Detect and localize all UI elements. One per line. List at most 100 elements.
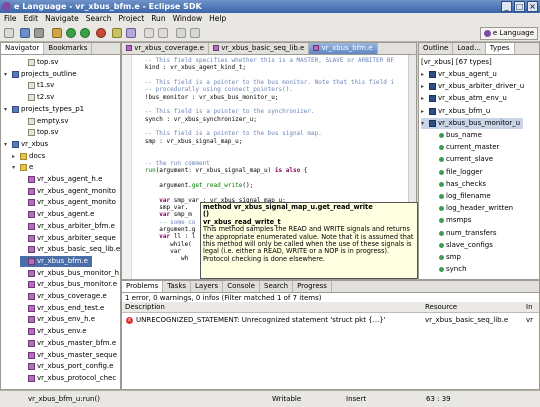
tree-item[interactable]: vr_xbus_coverage.e bbox=[20, 291, 107, 302]
forward-icon[interactable] bbox=[190, 28, 200, 38]
tree-item[interactable]: vr_xbus_agent.e bbox=[20, 209, 94, 220]
expand-twisty-icon[interactable]: ▾ bbox=[421, 118, 427, 129]
type-tree-item[interactable]: ▾ vr_xbus_bus_monitor_u bbox=[421, 117, 524, 129]
type-tree-item[interactable]: ▸ vr_xbus_agent_u bbox=[421, 69, 497, 80]
expand-twisty-icon[interactable]: ▸ bbox=[421, 106, 427, 117]
tab-load[interactable]: Load... bbox=[453, 43, 486, 54]
search-icon[interactable] bbox=[126, 28, 136, 38]
menu-help[interactable]: Help bbox=[209, 13, 226, 25]
tab-layers[interactable]: Layers bbox=[191, 281, 224, 292]
tab-vr-xbus-coverage[interactable]: vr_xbus_coverage.e bbox=[122, 43, 209, 54]
tree-item[interactable]: ▾ e bbox=[12, 162, 33, 173]
tab-types[interactable]: Types bbox=[485, 43, 515, 54]
menu-search[interactable]: Search bbox=[86, 13, 112, 25]
perspective-switcher[interactable]: e Language bbox=[479, 27, 538, 40]
external-tools-icon[interactable] bbox=[96, 28, 106, 38]
type-tree-item[interactable]: synch bbox=[431, 264, 467, 275]
table-row[interactable]: x UNRECOGNIZED_STATEMENT: Unrecognized s… bbox=[122, 315, 539, 326]
tree-item[interactable]: vr_xbus_arbiter_seque bbox=[20, 233, 116, 244]
annotation-next-icon[interactable] bbox=[144, 28, 154, 38]
tab-problems[interactable]: Problems bbox=[122, 281, 164, 292]
tab-vr-xbus-basic-seq-lib[interactable]: vr_xbus_basic_seq_lib.e bbox=[209, 43, 310, 54]
close-button[interactable]: × bbox=[527, 1, 538, 12]
tree-item[interactable]: top.sv bbox=[20, 127, 59, 138]
tab-bookmarks[interactable]: Bookmarks bbox=[44, 43, 93, 54]
type-tree-item[interactable]: slave_configs bbox=[431, 240, 493, 251]
tab-search[interactable]: Search bbox=[260, 281, 294, 292]
tab-navigator[interactable]: Navigator bbox=[1, 43, 45, 54]
tree-item[interactable]: ▸ docs bbox=[12, 151, 45, 162]
tree-item[interactable]: vr_xbus_agent_h.e bbox=[20, 174, 102, 185]
tree-item[interactable]: vr_xbus_bus_monitor.e bbox=[20, 279, 117, 290]
expand-twisty-icon[interactable]: ▾ bbox=[4, 139, 10, 150]
annotation-prev-icon[interactable] bbox=[158, 28, 168, 38]
type-tree-item[interactable]: smp bbox=[431, 252, 461, 263]
tree-item[interactable]: ▾ projects_outline bbox=[4, 69, 77, 80]
menu-window[interactable]: Window bbox=[173, 13, 203, 25]
type-tree-item[interactable]: ▸ vr_xbus_bfm_u bbox=[421, 106, 490, 117]
tab-progress[interactable]: Progress bbox=[293, 281, 332, 292]
type-tree-item[interactable]: num_transfers bbox=[431, 228, 496, 239]
tab-outline[interactable]: Outline bbox=[419, 43, 454, 54]
expand-twisty-icon[interactable]: ▸ bbox=[421, 93, 427, 104]
menu-run[interactable]: Run bbox=[151, 13, 165, 25]
tree-item[interactable]: vr_xbus_master_seque bbox=[20, 350, 117, 361]
open-type-icon[interactable] bbox=[112, 28, 122, 38]
tab-vr-xbus-bfm[interactable]: vr_xbus_bfm.e bbox=[309, 43, 378, 54]
menu-navigate[interactable]: Navigate bbox=[45, 13, 79, 25]
expand-twisty-icon[interactable]: ▾ bbox=[12, 162, 18, 173]
tree-item[interactable]: vr_xbus_port_config.e bbox=[20, 361, 114, 372]
type-tree-item[interactable]: current_master bbox=[431, 142, 499, 153]
tree-item[interactable]: vr_xbus_arbiter_bfm.e bbox=[20, 221, 115, 232]
column-in[interactable]: In bbox=[526, 302, 533, 313]
type-tree-item[interactable]: current_slave bbox=[431, 154, 493, 165]
tree-item[interactable]: vr_xbus_env.e bbox=[20, 326, 87, 337]
build-icon[interactable] bbox=[52, 28, 62, 38]
expand-twisty-icon[interactable]: ▸ bbox=[421, 69, 427, 80]
type-tree-item[interactable]: bus_name bbox=[431, 130, 482, 141]
window-title-bar[interactable]: e Language - vr_xbus_bfm.e - Eclipse SDK… bbox=[0, 0, 540, 13]
run-icon[interactable] bbox=[80, 28, 90, 38]
menu-edit[interactable]: Edit bbox=[24, 13, 39, 25]
tree-item[interactable]: top.sv bbox=[20, 57, 59, 68]
expand-twisty-icon[interactable]: ▾ bbox=[4, 69, 10, 80]
tree-item[interactable]: vr_xbus_env_h.e bbox=[20, 314, 95, 325]
new-icon[interactable] bbox=[4, 28, 14, 38]
tree-item[interactable]: vr_xbus_agent_monito bbox=[20, 197, 116, 208]
tree-item[interactable]: ▾ projects_types_p1 bbox=[4, 104, 84, 115]
type-tree-item[interactable]: has_checks bbox=[431, 179, 486, 190]
tab-console[interactable]: Console bbox=[223, 281, 260, 292]
debug-icon[interactable] bbox=[66, 28, 76, 38]
print-icon[interactable] bbox=[34, 28, 44, 38]
expand-twisty-icon[interactable]: ▸ bbox=[421, 81, 427, 92]
minimize-button[interactable]: _ bbox=[501, 1, 512, 12]
tree-item[interactable]: t2.sv bbox=[20, 92, 54, 103]
tree-item-label: vr_xbus_bus_monitor_h bbox=[37, 268, 120, 277]
type-tree-item[interactable]: ▸ vr_xbus_arbiter_driver_u bbox=[421, 81, 524, 92]
tree-item[interactable]: vr_xbus_basic_seq_lib.e bbox=[20, 244, 120, 255]
expand-twisty-icon[interactable]: ▸ bbox=[12, 151, 18, 162]
expand-twisty-icon[interactable]: ▾ bbox=[4, 104, 10, 115]
tree-item[interactable]: empty.sv bbox=[20, 116, 68, 127]
menu-project[interactable]: Project bbox=[119, 13, 145, 25]
tree-item[interactable]: vr_xbus_protocol_chec bbox=[20, 373, 116, 384]
tree-item[interactable]: vr_xbus_end_test.e bbox=[20, 303, 104, 314]
column-resource[interactable]: Resource bbox=[425, 302, 457, 313]
type-tree-item[interactable]: log_header_written bbox=[431, 203, 513, 214]
tree-item[interactable]: vr_xbus_master_bfm.e bbox=[20, 338, 116, 349]
tree-item[interactable]: vr_xbus_bfm.e bbox=[20, 255, 92, 267]
type-tree-item[interactable]: log_filename bbox=[431, 191, 491, 202]
menu-file[interactable]: File bbox=[4, 13, 17, 25]
maximize-button[interactable]: □ bbox=[514, 1, 525, 12]
back-icon[interactable] bbox=[176, 28, 186, 38]
tree-item[interactable]: ▾ vr_xbus bbox=[4, 139, 48, 150]
tree-item[interactable]: t1.sv bbox=[20, 80, 54, 91]
tree-item[interactable]: vr_xbus_bus_monitor_h bbox=[20, 268, 119, 279]
tree-item[interactable]: vr_xbus_agent_monito bbox=[20, 186, 116, 197]
tab-tasks[interactable]: Tasks bbox=[163, 281, 192, 292]
type-tree-item[interactable]: ▸ vr_xbus_atm_env_u bbox=[421, 93, 507, 104]
type-tree-item[interactable]: msmps bbox=[431, 215, 471, 226]
column-description[interactable]: Description bbox=[125, 302, 165, 313]
save-icon[interactable] bbox=[20, 28, 30, 38]
type-tree-item[interactable]: file_logger bbox=[431, 167, 482, 178]
